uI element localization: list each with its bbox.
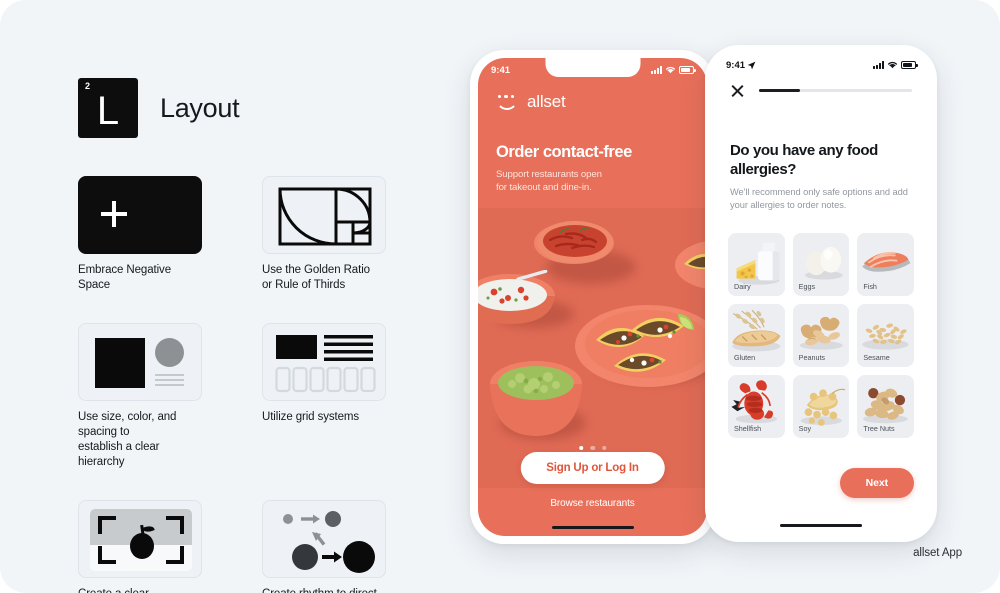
negative-space-icon [78, 176, 202, 254]
golden-ratio-icon [262, 176, 386, 254]
allergy-option-shellfish[interactable]: Shellfish [728, 375, 785, 438]
wifi-icon [665, 66, 676, 74]
app-credit-caption: allset App [913, 547, 962, 559]
principle-caption: Use size, color, and spacing to establis… [78, 411, 177, 468]
principle-row: Embrace Negative Space Use the Golden Ra… [78, 176, 388, 293]
principle-card-focal-point[interactable]: Create a clear focal point [78, 500, 202, 593]
next-button[interactable]: Next [839, 468, 914, 498]
allergy-option-tree-nuts[interactable]: Tree Nuts [857, 375, 914, 438]
browse-restaurants-link[interactable]: Browse restaurants [550, 498, 634, 509]
principle-card-grid: Embrace Negative Space Use the Golden Ra… [78, 176, 388, 593]
allset-brand: allset [496, 92, 566, 112]
principle-caption: Utilize grid systems [262, 411, 360, 423]
principle-card-hierarchy[interactable]: Use size, color, and spacing to establis… [78, 323, 202, 470]
grid-systems-icon [262, 323, 386, 401]
allergy-label: Fish [863, 282, 877, 291]
phone-mockup-onboarding: 9:41 allset Order contact-free Support r… [470, 50, 715, 544]
allset-smile-logo-icon [496, 94, 518, 110]
rhythm-icon [262, 500, 386, 578]
allergy-label: Soy [798, 424, 812, 433]
allergy-label: Tree Nuts [863, 424, 895, 433]
modal-header [713, 83, 929, 98]
allergy-option-soy[interactable]: Soy [792, 375, 850, 438]
allergy-option-sesame[interactable]: Sesame [857, 304, 914, 367]
principle-card-grid-systems[interactable]: Utilize grid systems [262, 323, 386, 470]
section-header: 2 L Layout [78, 78, 240, 138]
carousel-dots[interactable] [578, 445, 607, 450]
carousel-dot[interactable] [601, 445, 607, 450]
allergy-option-dairy[interactable]: Dairy [728, 233, 785, 296]
brand-name: allset [527, 92, 566, 111]
location-arrow-icon [747, 61, 756, 69]
phone2-screen: 9:41 Do you have any food allergies? We'… [713, 53, 929, 534]
layout-principles-panel: 2 L Layout Embrace Negative Space Use th… [0, 0, 460, 593]
section-number-badge: 2 L [78, 78, 138, 138]
hero-title: Order contact-free [496, 143, 632, 161]
status-time: 9:41 [726, 59, 746, 71]
principle-card-rhythm[interactable]: Create rhythm to direct attention [262, 500, 386, 593]
allergy-label: Gluten [734, 353, 756, 362]
phone-notch [773, 53, 869, 72]
hierarchy-icon [78, 323, 202, 401]
home-indicator [780, 523, 862, 527]
phone1-screen: 9:41 allset Order contact-free Support r… [478, 58, 707, 536]
allergy-option-peanuts[interactable]: Peanuts [792, 304, 850, 367]
principle-caption: Create rhythm to direct attention [262, 587, 386, 593]
page-title: Layout [160, 92, 240, 123]
focal-point-icon [78, 500, 202, 578]
progress-fill [759, 89, 801, 92]
hero-subtitle: Support restaurants open for takeout and… [496, 169, 602, 193]
allergy-label: Shellfish [734, 424, 762, 433]
close-x-icon[interactable] [730, 83, 745, 98]
allergy-option-eggs[interactable]: Eggs [792, 233, 850, 296]
carousel-dot[interactable] [590, 445, 595, 450]
principle-caption: Embrace Negative Space [78, 264, 171, 291]
phone-notch [545, 58, 640, 77]
allergy-grid: Dairy Eggs Fish Gluten Peanuts Sesame Sh… [728, 233, 914, 438]
carousel-dot[interactable] [578, 445, 584, 450]
allergy-label: Eggs [798, 282, 816, 291]
question-title: Do you have any food allergies? [730, 142, 878, 178]
wifi-icon [887, 61, 898, 69]
principle-card-negative-space[interactable]: Embrace Negative Space [78, 176, 202, 293]
principle-row: Use size, color, and spacing to establis… [78, 323, 388, 470]
battery-icon [679, 66, 696, 74]
principle-caption: Create a clear focal point [78, 587, 202, 593]
principle-row: Create a clear focal point [78, 500, 388, 593]
principle-caption: Use the Golden Ratio or Rule of Thirds [262, 264, 370, 291]
battery-icon [901, 61, 918, 69]
phone-mockup-allergies: 9:41 Do you have any food allergies? We'… [705, 45, 937, 542]
hero-copy: Order contact-free Support restaurants o… [496, 143, 632, 194]
section-letter: L [96, 88, 120, 133]
status-time: 9:41 [491, 64, 511, 76]
question-subtitle: We'll recommend only safe options and ad… [730, 187, 908, 210]
allergy-option-gluten[interactable]: Gluten [728, 304, 785, 367]
home-indicator [551, 525, 634, 529]
signal-bars-icon [651, 66, 662, 74]
allergy-label: Peanuts [798, 353, 826, 362]
allergy-label: Dairy [734, 282, 751, 291]
progress-bar [759, 89, 912, 92]
allergy-option-fish[interactable]: Fish [857, 233, 914, 296]
allergy-label: Sesame [863, 353, 890, 362]
signal-bars-icon [873, 61, 884, 69]
principle-card-golden-ratio[interactable]: Use the Golden Ratio or Rule of Thirds [262, 176, 386, 293]
signup-login-button[interactable]: Sign Up or Log In [520, 452, 665, 484]
slide-canvas: 2 L Layout Embrace Negative Space Use th… [0, 0, 1000, 593]
